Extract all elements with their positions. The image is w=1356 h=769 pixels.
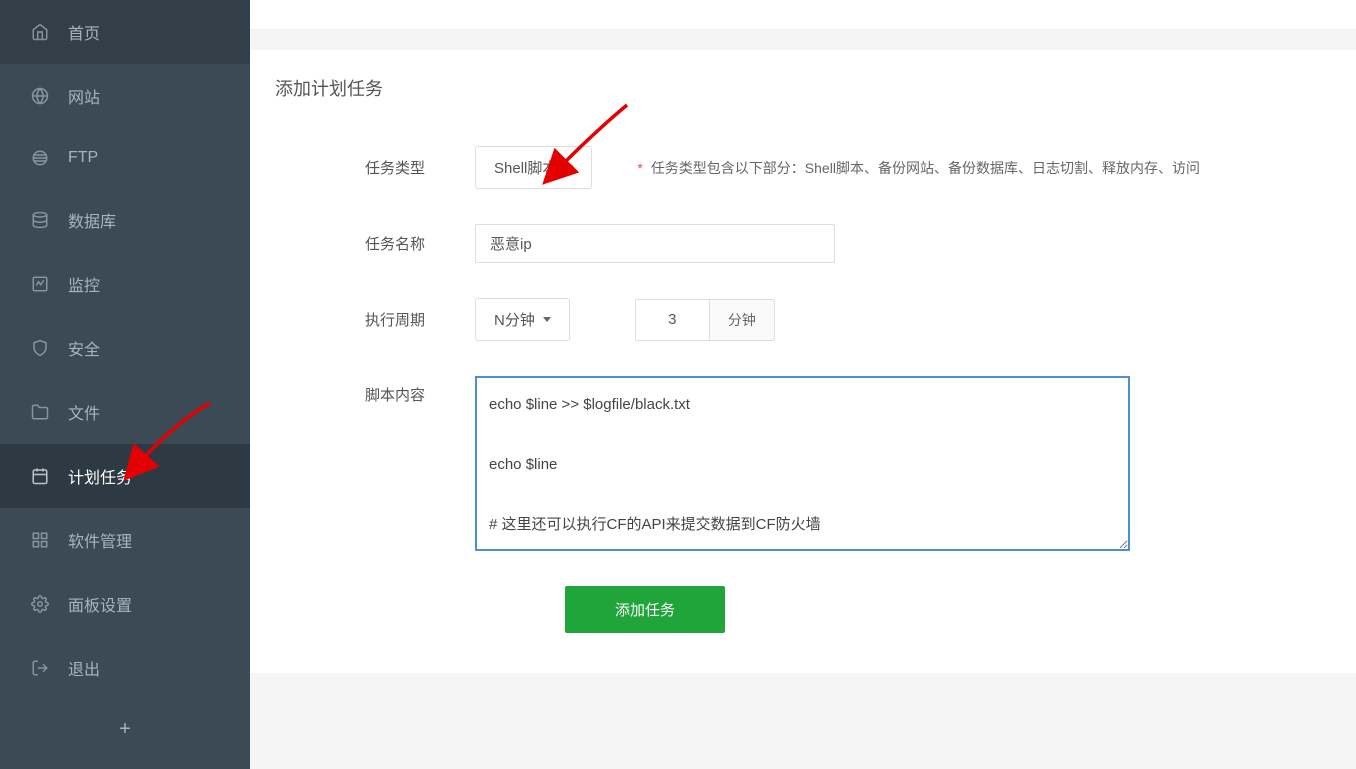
apps-icon: [30, 530, 50, 550]
period-unit-label: 分钟: [710, 299, 775, 341]
asterisk-icon: *: [637, 160, 642, 176]
sidebar-item-label: 文件: [68, 400, 100, 424]
plus-icon: +: [119, 718, 131, 740]
sidebar-item-home[interactable]: 首页: [0, 0, 250, 64]
period-label: 执行周期: [365, 309, 475, 330]
sidebar-item-label: 退出: [68, 656, 100, 680]
task-name-label: 任务名称: [365, 233, 475, 254]
calendar-icon: [30, 466, 50, 486]
task-type-help: *任务类型包含以下部分：Shell脚本、备份网站、备份数据库、日志切割、释放内存…: [637, 158, 1200, 178]
period-dropdown[interactable]: N分钟: [475, 298, 570, 341]
sidebar-item-label: 计划任务: [68, 464, 132, 488]
gear-icon: [30, 594, 50, 614]
ftp-icon: [30, 148, 50, 168]
task-name-controls: [475, 224, 835, 263]
sidebar-item-security[interactable]: 安全: [0, 316, 250, 380]
sidebar-item-logout[interactable]: 退出: [0, 636, 250, 700]
task-type-dropdown[interactable]: Shell脚本: [475, 146, 592, 189]
logout-icon: [30, 658, 50, 678]
database-icon: [30, 210, 50, 230]
sidebar-item-label: 软件管理: [68, 528, 132, 552]
period-row: 执行周期 N分钟 分钟: [275, 298, 1331, 341]
sidebar-item-files[interactable]: 文件: [0, 380, 250, 444]
period-controls: N分钟 分钟: [475, 298, 775, 341]
main-content: 添加计划任务 任务类型 Shell脚本 *任务类型包含以下部分：Shell脚本、…: [250, 0, 1356, 769]
sidebar-item-cron[interactable]: 计划任务: [0, 444, 250, 508]
period-value-input[interactable]: [635, 299, 710, 341]
task-type-controls: Shell脚本 *任务类型包含以下部分：Shell脚本、备份网站、备份数据库、日…: [475, 146, 1200, 189]
task-type-value: Shell脚本: [494, 157, 557, 178]
script-textarea[interactable]: [475, 376, 1130, 551]
sidebar-plus[interactable]: +: [0, 700, 250, 759]
sidebar-item-label: 数据库: [68, 208, 116, 232]
sidebar: 首页 网站 FTP 数据库 监控: [0, 0, 250, 769]
period-dropdown-value: N分钟: [494, 309, 535, 330]
sidebar-item-settings[interactable]: 面板设置: [0, 572, 250, 636]
sidebar-item-ftp[interactable]: FTP: [0, 128, 250, 188]
sidebar-item-monitor[interactable]: 监控: [0, 252, 250, 316]
sidebar-item-label: 首页: [68, 20, 100, 44]
script-label: 脚本内容: [365, 376, 475, 405]
home-icon: [30, 22, 50, 42]
task-type-row: 任务类型 Shell脚本 *任务类型包含以下部分：Shell脚本、备份网站、备份…: [275, 146, 1331, 189]
caret-down-icon: [543, 317, 551, 322]
page-title: 添加计划任务: [275, 70, 1331, 106]
sidebar-item-website[interactable]: 网站: [0, 64, 250, 128]
globe-icon: [30, 86, 50, 106]
script-row: 脚本内容: [275, 376, 1331, 551]
sidebar-item-software[interactable]: 软件管理: [0, 508, 250, 572]
sidebar-item-label: FTP: [68, 149, 98, 167]
script-controls: [475, 376, 1130, 551]
sidebar-item-label: 面板设置: [68, 592, 132, 616]
sidebar-item-label: 网站: [68, 84, 100, 108]
sidebar-item-database[interactable]: 数据库: [0, 188, 250, 252]
sidebar-item-label: 安全: [68, 336, 100, 360]
folder-icon: [30, 402, 50, 422]
monitor-icon: [30, 274, 50, 294]
period-input-group: 分钟: [635, 299, 775, 341]
task-name-row: 任务名称: [275, 224, 1331, 263]
top-spacer: [250, 0, 1356, 30]
caret-down-icon: [565, 165, 573, 170]
content-panel: 添加计划任务 任务类型 Shell脚本 *任务类型包含以下部分：Shell脚本、…: [250, 50, 1356, 673]
shield-icon: [30, 338, 50, 358]
sidebar-item-label: 监控: [68, 272, 100, 296]
task-type-label: 任务类型: [365, 157, 475, 178]
submit-button[interactable]: 添加任务: [565, 586, 725, 633]
task-name-input[interactable]: [475, 224, 835, 263]
